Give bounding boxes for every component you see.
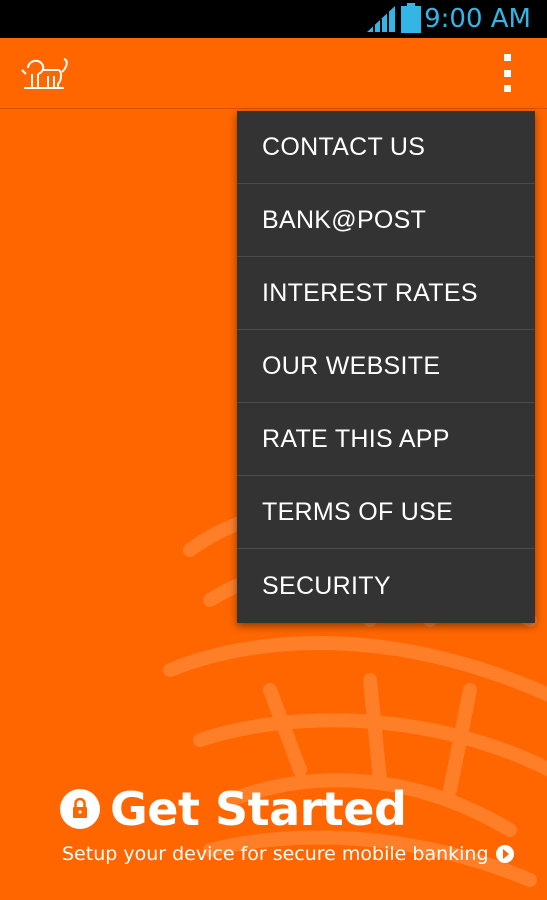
- lock-icon-glyph: [73, 797, 87, 818]
- app-bar: [0, 38, 547, 109]
- menu-item-rate-this-app[interactable]: RATE THIS APP: [237, 403, 535, 476]
- get-started-button[interactable]: Get Started: [60, 782, 407, 836]
- menu-item-contact-us[interactable]: CONTACT US: [237, 111, 535, 184]
- battery-icon: [401, 3, 421, 33]
- get-started-title: Get Started: [110, 782, 407, 836]
- overflow-dot: [503, 54, 511, 61]
- lock-icon: [60, 789, 100, 829]
- overflow-dot: [503, 85, 511, 92]
- menu-item-interest-rates[interactable]: INTEREST RATES: [237, 257, 535, 330]
- menu-item-security[interactable]: SECURITY: [237, 549, 535, 623]
- overflow-dot: [503, 69, 511, 77]
- signal-icon: [367, 6, 395, 32]
- menu-item-terms-of-use[interactable]: TERMS OF USE: [237, 476, 535, 549]
- lion-logo[interactable]: [18, 56, 70, 92]
- get-started-subtitle: Setup your device for secure mobile bank…: [62, 843, 489, 865]
- menu-item-our-website[interactable]: OUR WEBSITE: [237, 330, 535, 403]
- status-bar: 9:00 AM: [0, 0, 547, 38]
- get-started-subtitle-link[interactable]: Setup your device for secure mobile bank…: [62, 843, 514, 865]
- overflow-dropdown-menu: CONTACT US BANK@POST INTEREST RATES OUR …: [237, 111, 535, 623]
- play-icon: [495, 845, 514, 863]
- menu-item-bank-at-post[interactable]: BANK@POST: [237, 184, 535, 257]
- overflow-menu-icon[interactable]: [497, 54, 517, 92]
- status-time: 9:00 AM: [424, 4, 531, 34]
